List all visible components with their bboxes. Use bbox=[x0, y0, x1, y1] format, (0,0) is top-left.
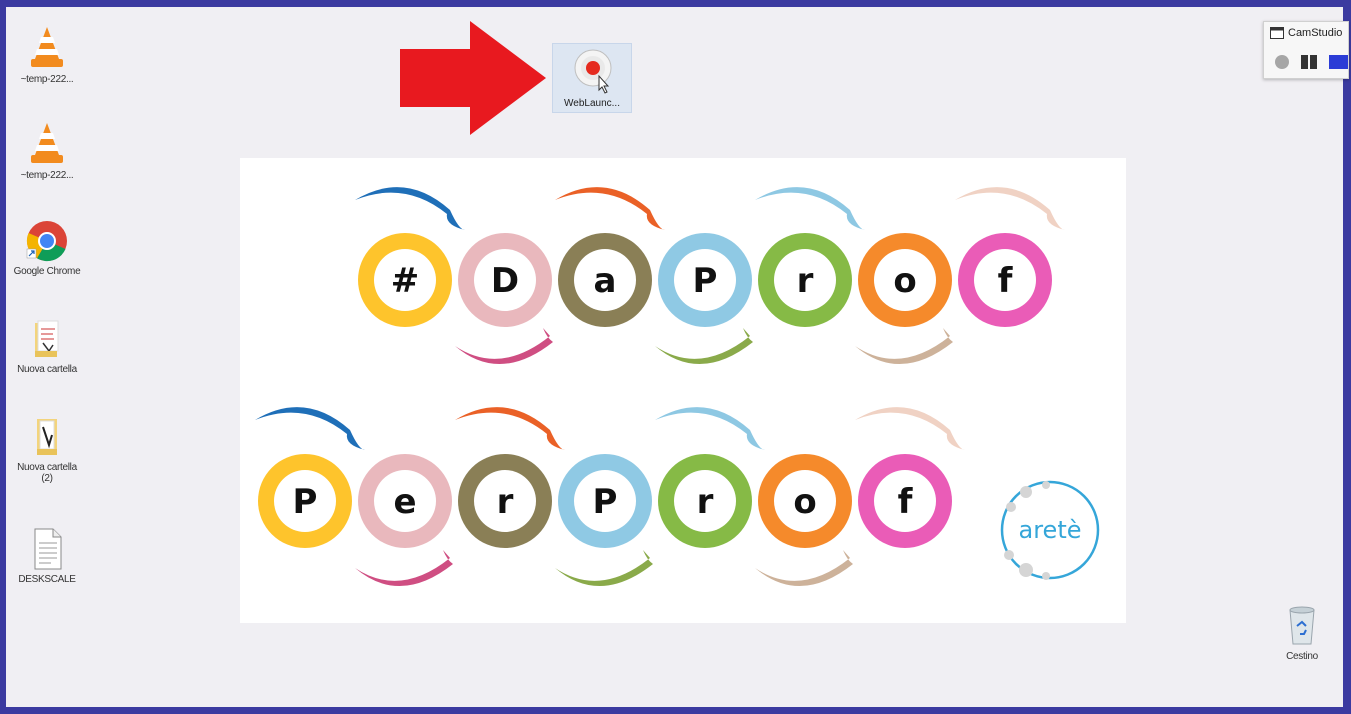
ring-letter: r bbox=[497, 482, 514, 522]
ring-letter: o bbox=[893, 261, 916, 301]
icon-label: WebLaunc... bbox=[564, 98, 620, 109]
swoosh bbox=[455, 328, 553, 365]
folder-icon bbox=[35, 320, 59, 357]
swoosh bbox=[655, 407, 765, 450]
pause-icon[interactable] bbox=[1300, 54, 1318, 70]
letter-ring: D bbox=[458, 233, 552, 327]
swoosh bbox=[355, 550, 453, 587]
swoosh bbox=[455, 407, 565, 450]
swoosh bbox=[755, 187, 865, 230]
daprof-perprof-logo: # Da Pr o f P e r Pr o f aretè bbox=[255, 187, 1100, 587]
icon-label: DESKSCALE bbox=[18, 574, 76, 585]
stop-icon[interactable] bbox=[1328, 54, 1348, 70]
ring-letter: f bbox=[998, 261, 1014, 301]
letter-ring: e bbox=[358, 454, 452, 548]
desktop-icon-document[interactable]: DESKSCALE bbox=[12, 527, 82, 585]
desktop-icon-folder-1[interactable]: Nuova cartella bbox=[12, 317, 82, 375]
record-icon[interactable] bbox=[1274, 54, 1290, 70]
ring-letter: e bbox=[393, 482, 416, 522]
camstudio-toolbar[interactable]: CamStudio bbox=[1263, 21, 1349, 79]
letter-ring: r bbox=[758, 233, 852, 327]
ring-letter: f bbox=[898, 482, 914, 522]
camstudio-title: CamStudio bbox=[1288, 27, 1343, 39]
folder-icon bbox=[37, 419, 57, 455]
icon-label: ~temp-222... bbox=[20, 170, 74, 181]
document-icon bbox=[34, 528, 62, 570]
swoosh bbox=[855, 407, 965, 450]
ring-letter: P bbox=[693, 261, 718, 301]
swoosh bbox=[555, 187, 665, 230]
recycle-bin-icon bbox=[1289, 606, 1315, 645]
desktop-icon-folder-2[interactable]: Nuova cartella (2) bbox=[12, 415, 82, 484]
letter-ring: f bbox=[858, 454, 952, 548]
chrome-icon bbox=[26, 221, 67, 262]
vlc-cone-icon bbox=[31, 123, 63, 163]
letter-ring: P bbox=[258, 454, 352, 548]
letter-ring: o bbox=[758, 454, 852, 548]
letter-ring: r bbox=[458, 454, 552, 548]
arete-logo: aretè bbox=[1000, 480, 1100, 580]
desktop-icon-recycle-bin[interactable]: Cestino bbox=[1267, 604, 1337, 662]
red-arrow-annotation bbox=[400, 21, 546, 135]
letter-ring: f bbox=[958, 233, 1052, 327]
desktop-icon-vlc-2[interactable]: ~temp-222... bbox=[12, 121, 82, 181]
swoosh bbox=[655, 328, 753, 365]
desktop: ~temp-222... ~temp-222... Google Chrome bbox=[0, 0, 1351, 714]
letter-ring: # bbox=[358, 233, 452, 327]
ring-letter: D bbox=[491, 261, 519, 301]
letter-rings: # Da Pr o f P e r Pr o f bbox=[258, 233, 1052, 548]
letter-ring: P bbox=[658, 233, 752, 327]
icon-label: Cestino bbox=[1286, 651, 1318, 662]
record-button-icon bbox=[574, 49, 612, 94]
letter-ring: o bbox=[858, 233, 952, 327]
window-icon bbox=[1270, 27, 1284, 39]
swoosh bbox=[355, 187, 465, 230]
icon-label: Google Chrome bbox=[13, 266, 81, 277]
swoosh bbox=[855, 328, 953, 365]
letter-ring: r bbox=[658, 454, 752, 548]
vlc-cone-icon bbox=[31, 27, 63, 67]
ring-letter: P bbox=[293, 482, 318, 522]
ring-letter: P bbox=[593, 482, 618, 522]
letter-ring: a bbox=[558, 233, 652, 327]
wallpaper-image: # Da Pr o f Pe r Pr o f aretè bbox=[240, 158, 1126, 623]
desktop-icon-chrome[interactable]: Google Chrome bbox=[12, 219, 82, 277]
icon-label: ~temp-222... bbox=[20, 74, 74, 85]
ring-letter: o bbox=[793, 482, 816, 522]
ring-letter: # bbox=[391, 261, 420, 301]
swoosh bbox=[955, 187, 1065, 230]
ring-letter: r bbox=[797, 261, 814, 301]
arete-wordmark: aretè bbox=[1019, 516, 1082, 544]
swoosh bbox=[255, 407, 365, 450]
swoosh bbox=[755, 550, 853, 587]
ring-letter: a bbox=[594, 261, 617, 301]
ring-letter: r bbox=[697, 482, 714, 522]
swoosh bbox=[555, 550, 653, 587]
icon-label: Nuova cartella (2) bbox=[17, 462, 77, 484]
desktop-icon-weblauncher[interactable]: WebLaunc... bbox=[552, 43, 632, 113]
icon-label: Nuova cartella bbox=[17, 364, 77, 375]
letter-ring: P bbox=[558, 454, 652, 548]
desktop-icon-vlc-1[interactable]: ~temp-222... bbox=[12, 25, 82, 85]
